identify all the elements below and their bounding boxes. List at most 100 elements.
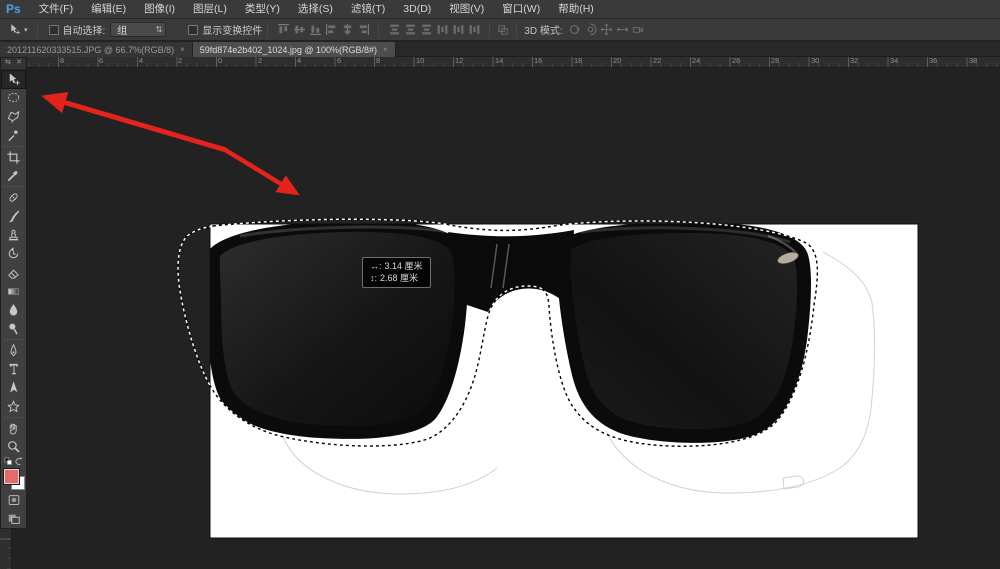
tool-eraser[interactable] bbox=[1, 263, 26, 282]
ruler-label: 22 bbox=[653, 57, 661, 65]
distribute-buttons bbox=[386, 23, 482, 36]
close-icon[interactable]: × bbox=[383, 45, 388, 54]
custom-shape-icon bbox=[6, 399, 21, 414]
history-brush-icon bbox=[6, 246, 21, 261]
tool-marquee[interactable] bbox=[1, 89, 26, 108]
distribute-bottom-edges-icon[interactable] bbox=[420, 23, 433, 36]
tool-eyedropper[interactable] bbox=[1, 166, 26, 185]
move-icon bbox=[6, 72, 21, 87]
ruler-label: 4 bbox=[139, 57, 143, 65]
3d-drag-icon[interactable] bbox=[600, 23, 613, 36]
vertical-arrow-icon: ↕: bbox=[370, 273, 377, 283]
tool-blur[interactable] bbox=[1, 300, 26, 319]
tool-move[interactable] bbox=[1, 70, 26, 89]
tool-custom-shape[interactable] bbox=[1, 397, 26, 416]
menu-3d[interactable]: 3D(D) bbox=[394, 0, 440, 19]
tool-type[interactable] bbox=[1, 360, 26, 379]
marquee-icon bbox=[6, 90, 21, 105]
3d-roll-icon[interactable] bbox=[584, 23, 597, 36]
tool-path-selection[interactable] bbox=[1, 378, 26, 397]
tool-hand[interactable] bbox=[1, 419, 26, 438]
tool-magic-wand[interactable] bbox=[1, 126, 26, 145]
tool-history-brush[interactable] bbox=[1, 244, 26, 263]
swap-colors-icon[interactable] bbox=[14, 457, 23, 466]
ruler-label: 14 bbox=[495, 57, 503, 65]
ruler-label: 10 bbox=[416, 57, 424, 65]
tool-preset-picker[interactable]: ▾ bbox=[0, 23, 32, 36]
menu-image[interactable]: 图像(I) bbox=[135, 0, 184, 19]
ruler-label: 6 bbox=[99, 57, 103, 65]
ruler-label: 28 bbox=[771, 57, 779, 65]
tool-brush[interactable] bbox=[1, 207, 26, 226]
vertical-ruler[interactable] bbox=[0, 529, 12, 569]
magic-wand-icon bbox=[6, 128, 21, 143]
3d-mode-label: 3D 模式: bbox=[524, 22, 562, 37]
ruler-label: 16 bbox=[534, 57, 542, 65]
tool-gradient[interactable] bbox=[1, 282, 26, 301]
3d-slide-icon[interactable] bbox=[616, 23, 629, 36]
align-buttons bbox=[275, 23, 371, 36]
align-right-edges-icon[interactable] bbox=[357, 23, 370, 36]
menu-filter[interactable]: 滤镜(T) bbox=[342, 0, 394, 19]
close-icon[interactable]: × bbox=[180, 45, 185, 54]
brush-icon bbox=[6, 209, 21, 224]
menu-window[interactable]: 窗口(W) bbox=[493, 0, 549, 19]
document-tab-1[interactable]: 201211620333515.JPG @ 66.7%(RGB/8) × bbox=[0, 42, 193, 57]
tool-dodge[interactable] bbox=[1, 319, 26, 338]
menu-file[interactable]: 文件(F) bbox=[30, 0, 82, 19]
distribute-right-edges-icon[interactable] bbox=[468, 23, 481, 36]
tool-healing-brush[interactable] bbox=[1, 188, 26, 207]
auto-select-dropdown[interactable]: 组 ⇅ bbox=[110, 22, 166, 37]
blur-icon bbox=[6, 302, 21, 317]
close-icon[interactable]: ✕ bbox=[16, 58, 22, 68]
distribute-top-edges-icon[interactable] bbox=[388, 23, 401, 36]
menu-select[interactable]: 选择(S) bbox=[289, 0, 342, 19]
menu-help[interactable]: 帮助(H) bbox=[549, 0, 603, 19]
foreground-color-swatch[interactable] bbox=[4, 469, 19, 484]
ruler-label: 0 bbox=[218, 57, 222, 65]
3d-scale-camera-icon[interactable] bbox=[632, 23, 645, 36]
tool-lasso[interactable] bbox=[1, 107, 26, 126]
screen-mode-button[interactable] bbox=[1, 509, 26, 528]
distribute-horizontal-centers-icon[interactable] bbox=[452, 23, 465, 36]
align-left-edges-icon[interactable] bbox=[325, 23, 338, 36]
align-vertical-centers-icon[interactable] bbox=[293, 23, 306, 36]
3d-rotate-icon[interactable] bbox=[568, 23, 581, 36]
align-top-edges-icon[interactable] bbox=[277, 23, 290, 36]
ruler-label: 32 bbox=[850, 57, 858, 65]
type-icon bbox=[6, 361, 21, 376]
menu-edit[interactable]: 编辑(E) bbox=[82, 0, 135, 19]
ruler-label: 8 bbox=[376, 57, 380, 65]
show-transform-checkbox[interactable] bbox=[188, 25, 198, 35]
menu-layer[interactable]: 图层(L) bbox=[184, 0, 236, 19]
separator bbox=[267, 22, 268, 38]
document-tab-2[interactable]: 59fd874e2b402_1024.jpg @ 100%(RGB/8#) × bbox=[193, 42, 396, 57]
menu-type[interactable]: 类型(Y) bbox=[236, 0, 289, 19]
tool-crop[interactable] bbox=[1, 148, 26, 167]
distribute-vertical-centers-icon[interactable] bbox=[404, 23, 417, 36]
quick-mask-button[interactable] bbox=[1, 491, 26, 510]
auto-select-checkbox[interactable] bbox=[49, 25, 59, 35]
tool-pen[interactable] bbox=[1, 341, 26, 360]
dodge-icon bbox=[6, 321, 21, 336]
divider bbox=[3, 146, 24, 147]
crop-icon bbox=[6, 150, 21, 165]
distribute-left-edges-icon[interactable] bbox=[436, 23, 449, 36]
move-tool-icon bbox=[8, 23, 21, 36]
separator bbox=[171, 22, 177, 38]
menu-view[interactable]: 视图(V) bbox=[440, 0, 493, 19]
align-bottom-edges-icon[interactable] bbox=[309, 23, 322, 36]
show-transform-label: 显示变换控件 bbox=[202, 22, 262, 37]
canvas[interactable] bbox=[0, 0, 1000, 569]
horizontal-ruler[interactable]: 8 6 4 2 0 2 4 6 8 10 12 14 16 18 20 22 2… bbox=[0, 57, 1000, 68]
document-tab-2-title: 59fd874e2b402_1024.jpg @ 100%(RGB/8#) bbox=[200, 45, 377, 55]
divider bbox=[3, 186, 24, 187]
default-colors-icon[interactable] bbox=[4, 457, 13, 466]
align-horizontal-centers-icon[interactable] bbox=[341, 23, 354, 36]
tool-zoom[interactable] bbox=[1, 437, 26, 456]
collapse-panel-icon[interactable]: ⇆ bbox=[5, 58, 11, 68]
separator bbox=[489, 22, 490, 38]
ruler-label: 2 bbox=[258, 57, 262, 65]
auto-align-layers-icon[interactable] bbox=[497, 23, 510, 36]
tool-clone-stamp[interactable] bbox=[1, 226, 26, 245]
